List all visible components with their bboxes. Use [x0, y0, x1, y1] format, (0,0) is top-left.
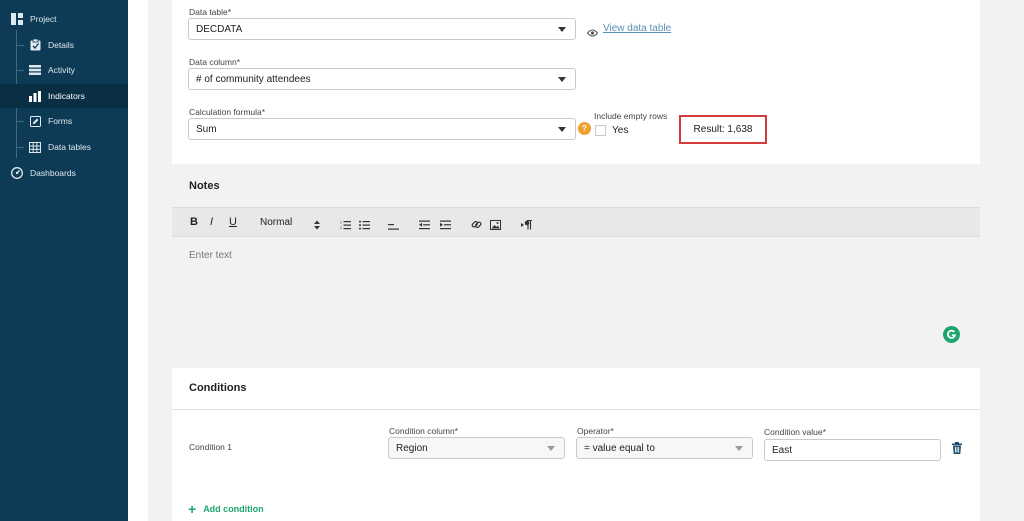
- sidebar-item-dashboards[interactable]: Dashboards: [10, 162, 120, 184]
- italic-button[interactable]: I: [210, 216, 213, 228]
- chevron-down-icon: [735, 446, 743, 451]
- sidebar-item-data-tables[interactable]: Data tables: [28, 136, 128, 158]
- tree-branch: [16, 70, 24, 71]
- tree-branch: [16, 147, 24, 148]
- editor-toolbar: B I U Normal 12: [172, 207, 980, 237]
- condition-value-input[interactable]: East: [764, 439, 941, 461]
- calculation-formula-select[interactable]: Sum: [188, 118, 576, 140]
- condition-value-text: East: [772, 444, 793, 456]
- trash-icon[interactable]: [952, 441, 962, 459]
- align-left-icon[interactable]: [388, 218, 399, 236]
- chevron-down-icon: [547, 446, 555, 451]
- sidebar-item-label: Indicators: [48, 91, 85, 101]
- operator-select[interactable]: = value equal to: [576, 437, 753, 459]
- result-display: Result: 1,638: [679, 115, 767, 144]
- include-empty-rows-label: Include empty rows: [594, 111, 668, 121]
- edit-icon: [28, 114, 42, 128]
- data-table-value: DECDATA: [196, 23, 243, 35]
- condition-column-value: Region: [396, 442, 428, 454]
- add-condition-label: Add condition: [203, 504, 264, 514]
- sidebar-item-forms[interactable]: Forms: [28, 110, 128, 132]
- text-direction-icon[interactable]: [521, 217, 533, 235]
- svg-text:1: 1: [340, 221, 342, 225]
- yes-label: Yes: [612, 125, 629, 136]
- sidebar-item-label: Data tables: [48, 142, 91, 152]
- data-column-select[interactable]: # of community attendees: [188, 68, 576, 90]
- sidebar-item-label: Forms: [48, 116, 73, 126]
- tree-branch: [16, 121, 24, 122]
- chevron-down-icon: [558, 127, 566, 132]
- notes-editor[interactable]: Enter text: [172, 237, 980, 359]
- condition-column-select[interactable]: Region: [388, 437, 565, 459]
- link-icon[interactable]: [471, 217, 482, 235]
- grammarly-icon[interactable]: [943, 326, 960, 348]
- sidebar: Project Details Activity Indicators Form…: [0, 0, 128, 521]
- svg-text:2: 2: [340, 226, 342, 230]
- style-select-arrows-icon[interactable]: [314, 217, 320, 235]
- calculation-formula-value: Sum: [196, 123, 217, 135]
- divider: [172, 409, 980, 410]
- outdent-icon[interactable]: [419, 217, 430, 235]
- sidebar-item-activity[interactable]: Activity: [28, 59, 128, 81]
- indent-icon[interactable]: [440, 217, 451, 235]
- data-table-select[interactable]: DECDATA: [188, 18, 576, 40]
- chevron-down-icon: [558, 77, 566, 82]
- list-icon: [28, 63, 42, 77]
- text-style-select[interactable]: Normal: [260, 217, 292, 228]
- sidebar-item-project[interactable]: Project: [10, 8, 120, 30]
- operator-label: Operator*: [577, 426, 614, 436]
- bar-chart-icon: [28, 89, 42, 103]
- view-data-table-link[interactable]: View data table: [603, 23, 671, 34]
- help-icon[interactable]: ?: [578, 122, 591, 135]
- operator-value: = value equal to: [584, 442, 655, 454]
- calculation-formula-label: Calculation formula*: [189, 107, 266, 117]
- sidebar-item-details[interactable]: Details: [28, 34, 128, 56]
- image-icon[interactable]: [490, 217, 501, 235]
- underline-button[interactable]: U: [229, 216, 237, 228]
- sidebar-item-label: Activity: [48, 65, 75, 75]
- sidebar-item-label: Dashboards: [30, 168, 76, 178]
- conditions-title: Conditions: [189, 382, 247, 394]
- condition-column-label: Condition column*: [389, 426, 458, 436]
- clipboard-icon: [28, 38, 42, 52]
- dashboard-gauge-icon: [10, 166, 24, 180]
- data-table-label: Data table*: [189, 7, 232, 17]
- include-empty-rows-checkbox[interactable]: [595, 125, 606, 136]
- data-column-value: # of community attendees: [196, 73, 311, 85]
- table-icon: [28, 140, 42, 154]
- right-gutter: [1004, 0, 1024, 521]
- ordered-list-icon[interactable]: 12: [340, 217, 351, 235]
- chevron-down-icon: [558, 27, 566, 32]
- sidebar-item-label: Project: [30, 14, 57, 24]
- notes-title: Notes: [189, 180, 220, 192]
- sidebar-item-indicators[interactable]: Indicators: [0, 84, 128, 108]
- sidebar-item-label: Details: [48, 40, 74, 50]
- data-column-label: Data column*: [189, 57, 241, 67]
- eye-icon[interactable]: [586, 24, 599, 42]
- project-icon: [10, 12, 24, 26]
- bold-button[interactable]: B: [190, 216, 198, 228]
- plus-icon: +: [188, 501, 197, 517]
- add-condition-button[interactable]: + Add condition: [188, 501, 264, 517]
- tree-branch: [16, 45, 24, 46]
- notes-placeholder: Enter text: [189, 250, 232, 261]
- condition-value-label: Condition value*: [764, 427, 826, 437]
- condition-1-label: Condition 1: [189, 442, 233, 452]
- bullet-list-icon[interactable]: [359, 217, 370, 235]
